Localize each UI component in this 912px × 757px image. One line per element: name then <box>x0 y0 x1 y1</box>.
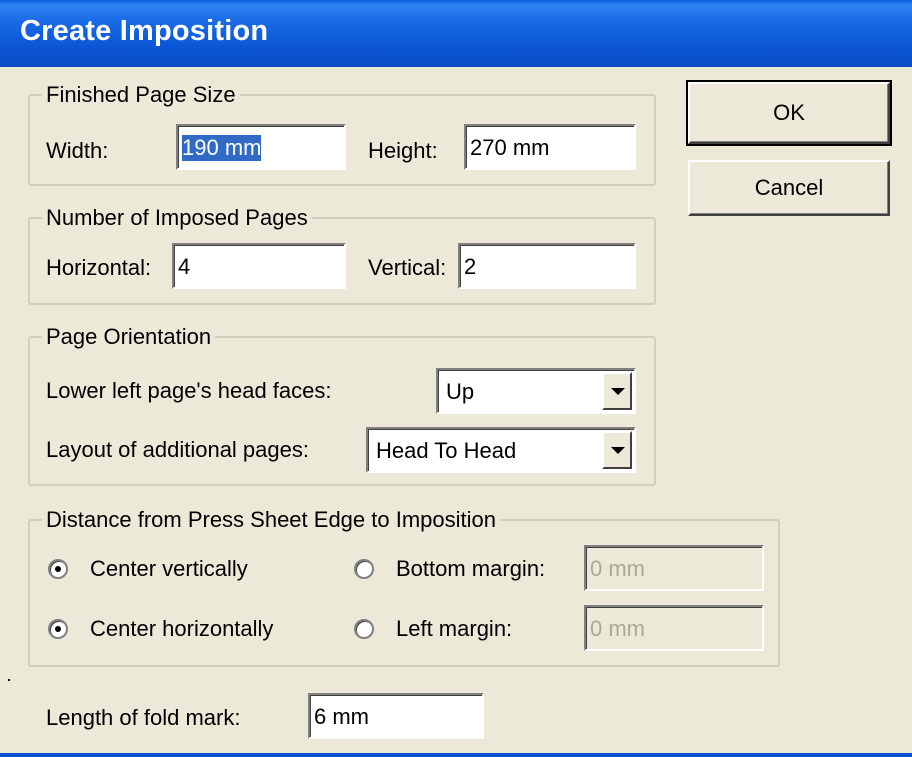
ok-button[interactable]: OK <box>686 80 892 146</box>
center-horizontally-radio[interactable] <box>48 619 68 639</box>
width-input[interactable]: 190 mm <box>176 124 346 170</box>
fold-mark-label: Length of fold mark: <box>46 705 241 730</box>
layout-value: Head To Head <box>376 438 517 463</box>
vertical-value: 2 <box>464 254 477 279</box>
fold-mark-input[interactable]: 6 mm <box>308 693 484 739</box>
center-horizontally-label[interactable]: Center horizontally <box>90 616 273 642</box>
layout-select[interactable]: Head To Head <box>366 427 636 473</box>
left-margin-radio[interactable] <box>354 619 374 639</box>
head-faces-select[interactable]: Up <box>436 368 636 414</box>
vertical-label: Vertical: <box>368 255 447 280</box>
horizontal-value: 4 <box>178 254 191 279</box>
create-imposition-dialog: Create Imposition Finished Page Size Wid… <box>0 0 912 757</box>
fold-mark-value: 6 mm <box>314 704 369 729</box>
horizontal-input[interactable]: 4 <box>172 243 346 289</box>
title-bar[interactable]: Create Imposition <box>0 0 912 67</box>
height-value: 270 mm <box>470 135 550 160</box>
layout-label: Layout of additional pages: <box>46 437 309 462</box>
width-label: Width: <box>46 138 109 163</box>
bottom-margin-label[interactable]: Bottom margin: <box>396 556 545 582</box>
cancel-button-label: Cancel <box>754 175 824 200</box>
height-input[interactable]: 270 mm <box>464 124 636 170</box>
page-orientation-label: Page Orientation <box>42 324 216 350</box>
finished-page-size-label: Finished Page Size <box>42 82 240 108</box>
head-faces-value: Up <box>446 379 475 404</box>
bottom-margin-input[interactable]: 0 mm <box>584 545 764 591</box>
window-bottom-border <box>0 753 912 757</box>
bottom-margin-radio[interactable] <box>354 559 374 579</box>
center-vertically-label[interactable]: Center vertically <box>90 556 248 582</box>
imposed-pages-label: Number of Imposed Pages <box>42 205 312 231</box>
left-margin-value: 0 mm <box>590 616 645 641</box>
center-vertically-radio[interactable] <box>48 559 68 579</box>
layout-dropdown-arrow-icon[interactable] <box>602 431 632 469</box>
bottom-margin-value: 0 mm <box>590 556 645 581</box>
ok-button-label: OK <box>773 100 805 125</box>
cancel-button[interactable]: Cancel <box>688 160 890 216</box>
distance-label: Distance from Press Sheet Edge to Imposi… <box>42 507 500 533</box>
width-value: 190 mm <box>182 135 262 161</box>
height-label: Height: <box>368 138 438 163</box>
head-faces-label: Lower left page's head faces: <box>46 378 332 403</box>
horizontal-label: Horizontal: <box>46 255 152 280</box>
left-margin-label[interactable]: Left margin: <box>396 616 512 642</box>
vertical-input[interactable]: 2 <box>458 243 636 289</box>
dialog-title: Create Imposition <box>20 15 269 47</box>
stray-pixel <box>8 679 10 681</box>
head-faces-dropdown-arrow-icon[interactable] <box>602 372 632 410</box>
left-margin-input[interactable]: 0 mm <box>584 605 764 651</box>
